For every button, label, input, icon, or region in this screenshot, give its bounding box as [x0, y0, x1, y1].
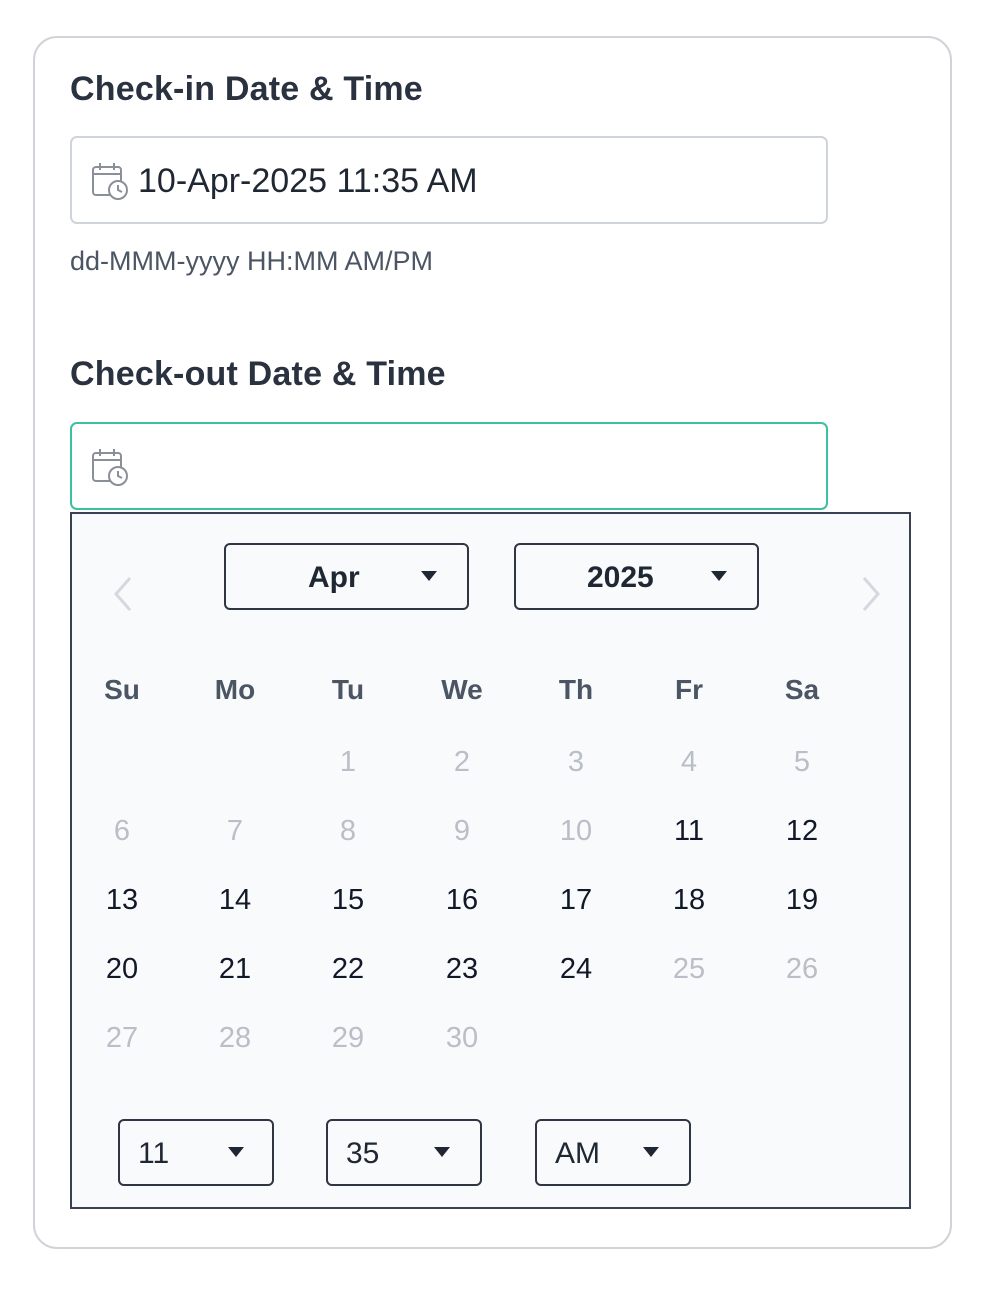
- calendar-day: 3: [567, 746, 585, 778]
- minute-select[interactable]: 35: [326, 1119, 482, 1186]
- calendar-day[interactable]: 24: [546, 953, 606, 986]
- chevron-down-icon: [434, 1147, 450, 1157]
- chevron-down-icon: [643, 1147, 659, 1157]
- ampm-select[interactable]: AM: [535, 1119, 691, 1186]
- calendar-day[interactable]: 11: [659, 815, 719, 848]
- chevron-down-icon: [711, 571, 727, 581]
- calendar-day[interactable]: 19: [772, 884, 832, 917]
- hour-select[interactable]: 11: [118, 1119, 274, 1186]
- calendar-day[interactable]: 18: [659, 884, 719, 917]
- weekday-label: Sa: [784, 674, 820, 705]
- calendar-day[interactable]: 21: [205, 953, 265, 986]
- calendar-day: 28: [218, 1022, 252, 1054]
- calendar-day: 1: [339, 746, 357, 778]
- date-format-hint: dd-MMM-yyyy HH:MM AM/PM: [70, 246, 433, 276]
- month-select[interactable]: Apr: [224, 543, 469, 610]
- calendar-day[interactable]: 17: [546, 884, 606, 917]
- checkout-input[interactable]: [70, 422, 828, 510]
- calendar-day: 25: [672, 953, 706, 985]
- calendar-day[interactable]: 14: [205, 884, 265, 917]
- calendar-day[interactable]: 15: [318, 884, 378, 917]
- calendar-day[interactable]: 13: [92, 884, 152, 917]
- minute-select-value: 35: [346, 1137, 380, 1170]
- date-picker-popup: Apr 2025 Su Mo Tu We Th Fr Sa 1 2 3 4 5 6 7 8 9 10 11 12 1…: [70, 512, 911, 1209]
- checkin-input[interactable]: 10-Apr-2025 11:35 AM: [70, 136, 828, 224]
- weekday-label: Mo: [214, 674, 256, 705]
- prev-month-chevron-icon[interactable]: [110, 574, 136, 614]
- weekday-label: Th: [558, 674, 594, 705]
- chevron-down-icon: [421, 571, 437, 581]
- hour-select-value: 11: [138, 1137, 170, 1170]
- weekday-label: We: [441, 674, 483, 705]
- calendar-day: 8: [339, 815, 357, 847]
- calendar-day: 2: [453, 746, 471, 778]
- year-select-value: 2025: [587, 561, 654, 594]
- checkout-label: Check-out Date & Time: [70, 355, 446, 393]
- checkin-value: 10-Apr-2025 11:35 AM: [138, 162, 478, 200]
- calendar-day: 5: [793, 746, 811, 778]
- ampm-select-value: AM: [555, 1137, 600, 1170]
- weekday-label: Tu: [331, 674, 365, 705]
- calendar-day: 4: [680, 746, 698, 778]
- checkin-label: Check-in Date & Time: [70, 70, 423, 108]
- month-select-value: Apr: [308, 561, 360, 594]
- calendar-clock-icon: [92, 163, 128, 200]
- year-select[interactable]: 2025: [514, 543, 759, 610]
- calendar-day[interactable]: 12: [772, 815, 832, 848]
- calendar-day: 10: [559, 815, 593, 847]
- weekday-label: Fr: [675, 674, 703, 705]
- calendar-day: 6: [113, 815, 131, 847]
- calendar-day: 30: [445, 1022, 479, 1054]
- calendar-day[interactable]: 16: [432, 884, 492, 917]
- chevron-down-icon: [228, 1147, 244, 1157]
- next-month-chevron-icon[interactable]: [858, 574, 884, 614]
- calendar-day: 26: [785, 953, 819, 985]
- calendar-day: 9: [453, 815, 471, 847]
- calendar-day: 29: [331, 1022, 365, 1054]
- calendar-day[interactable]: 23: [432, 953, 492, 986]
- calendar-day[interactable]: 22: [318, 953, 378, 986]
- calendar-clock-icon: [92, 449, 128, 486]
- calendar-day: 27: [105, 1022, 139, 1054]
- calendar-day[interactable]: 20: [92, 953, 152, 986]
- calendar-day: 7: [226, 815, 244, 847]
- weekday-label: Su: [104, 674, 140, 705]
